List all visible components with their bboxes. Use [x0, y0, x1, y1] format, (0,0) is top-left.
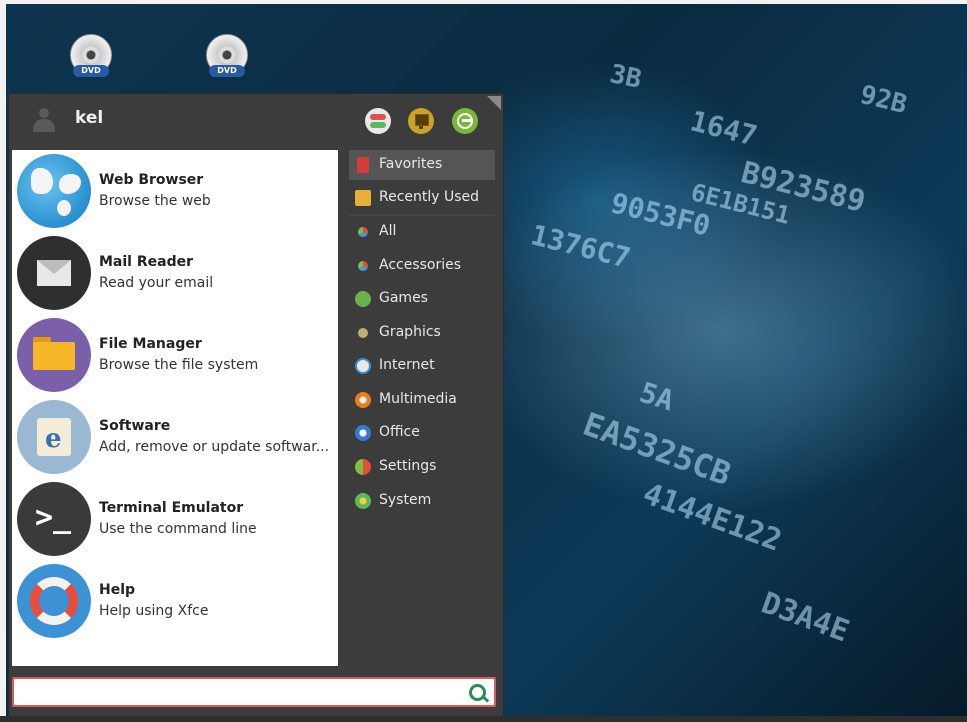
category-label: Favorites — [379, 156, 443, 172]
multimedia-icon — [355, 392, 371, 408]
app-item-web-browser[interactable]: Web Browser Browse the web — [12, 150, 338, 232]
globe-icon — [17, 154, 91, 228]
category-settings[interactable]: Settings — [349, 452, 495, 482]
app-item-terminal-emulator[interactable]: >_ Terminal Emulator Use the command lin… — [12, 478, 338, 560]
wallpaper-glyph: 5A — [635, 375, 678, 418]
app-description: Browse the web — [99, 193, 211, 209]
category-label: Office — [379, 424, 420, 440]
app-title: Help — [99, 582, 136, 598]
app-title: Mail Reader — [99, 254, 193, 270]
category-graphics[interactable]: Graphics — [349, 318, 495, 348]
folder-icon — [17, 318, 91, 392]
app-description: Add, remove or update softwar... — [99, 439, 330, 455]
app-item-help[interactable]: Help Help using Xfce — [12, 560, 338, 642]
app-title: File Manager — [99, 336, 202, 352]
category-all[interactable]: All — [349, 217, 495, 247]
lock-screen-button[interactable] — [408, 108, 434, 134]
cloud-icon — [355, 358, 371, 374]
all-apps-icon — [358, 227, 368, 237]
category-label: Recently Used — [379, 189, 480, 205]
category-label: Graphics — [379, 324, 441, 340]
category-separator — [349, 215, 495, 216]
lifebuoy-icon — [17, 564, 91, 638]
category-label: Accessories — [379, 257, 462, 273]
search-input[interactable] — [18, 682, 462, 704]
envelope-icon — [17, 236, 91, 310]
favorites-panel: Web Browser Browse the web Mail Reader R… — [12, 150, 338, 666]
category-system[interactable]: System — [349, 486, 495, 516]
app-description: Browse the file system — [99, 357, 259, 373]
app-title: Web Browser — [99, 172, 204, 188]
resize-grip-icon[interactable] — [487, 96, 501, 110]
app-title: Software — [99, 418, 171, 434]
category-label: Internet — [379, 357, 435, 373]
graphics-icon — [358, 328, 368, 338]
dvd-label: DVD — [73, 65, 109, 77]
category-recently-used[interactable]: Recently Used — [349, 183, 495, 213]
search-box[interactable] — [12, 677, 496, 707]
category-office[interactable]: Office — [349, 418, 495, 448]
category-label: Settings — [379, 458, 437, 474]
terminal-icon: >_ — [17, 482, 91, 556]
system-icon — [355, 493, 371, 509]
settings-icon — [355, 459, 371, 475]
dvd-label: DVD — [209, 65, 245, 77]
category-internet[interactable]: Internet — [349, 351, 495, 381]
wallpaper-glyph: 3B — [607, 59, 645, 95]
user-avatar-icon — [33, 108, 55, 132]
category-label: System — [379, 492, 432, 508]
settings-manager-button[interactable] — [365, 108, 391, 134]
category-label: Multimedia — [379, 391, 457, 407]
app-description: Use the command line — [99, 521, 257, 537]
log-out-button[interactable] — [452, 108, 478, 134]
category-favorites[interactable]: Favorites — [349, 150, 495, 180]
wallpaper-glyph: 1376C7 — [527, 218, 634, 275]
app-item-software[interactable]: e Software Add, remove or update softwar… — [12, 396, 338, 478]
dvd-drive-icon[interactable]: DVD — [206, 34, 250, 78]
wallpaper-glyph: 1647 — [687, 104, 761, 153]
whisker-menu: kel Web Browser Browse the web Mail Read… — [8, 93, 504, 718]
dvd-drive-icon[interactable]: DVD — [70, 34, 114, 78]
category-label: Games — [379, 290, 428, 306]
app-item-file-manager[interactable]: File Manager Browse the file system — [12, 314, 338, 396]
office-icon — [355, 425, 371, 441]
search-icon[interactable] — [469, 684, 486, 701]
category-accessories[interactable]: Accessories — [349, 251, 495, 281]
taskbar — [0, 716, 967, 722]
category-multimedia[interactable]: Multimedia — [349, 385, 495, 415]
category-label: All — [379, 223, 397, 239]
software-bag-icon: e — [17, 400, 91, 474]
recent-documents-icon — [355, 190, 371, 206]
menu-header: kel — [9, 94, 503, 146]
app-description: Help using Xfce — [99, 603, 209, 619]
bookmark-icon — [357, 157, 369, 173]
app-item-mail-reader[interactable]: Mail Reader Read your email — [12, 232, 338, 314]
app-description: Read your email — [99, 275, 214, 291]
wallpaper-glyph: 92B — [857, 79, 910, 121]
gamepad-icon — [355, 291, 371, 307]
accessories-icon — [358, 261, 368, 271]
user-name: kel — [75, 108, 104, 128]
app-title: Terminal Emulator — [99, 500, 244, 516]
wallpaper-glyph: D3A4E — [756, 585, 854, 650]
category-games[interactable]: Games — [349, 284, 495, 314]
